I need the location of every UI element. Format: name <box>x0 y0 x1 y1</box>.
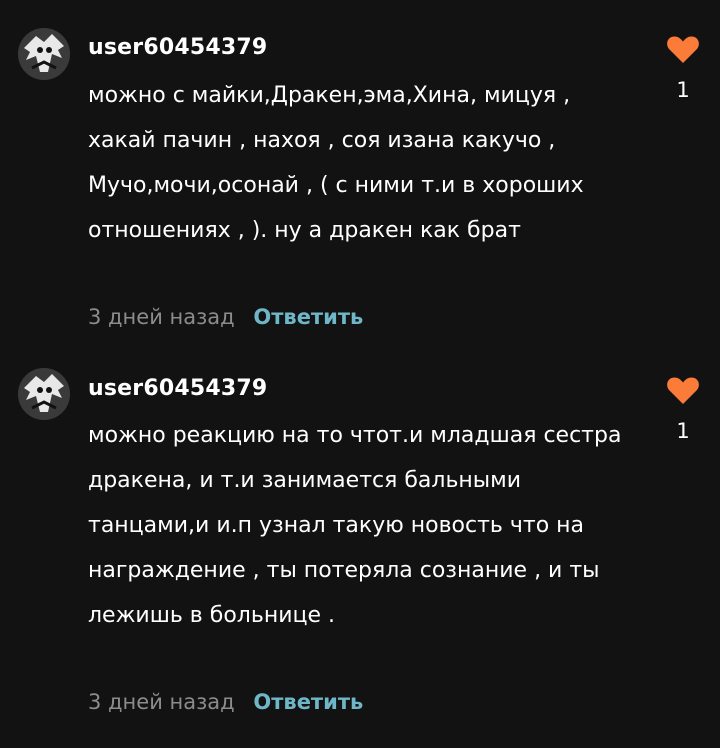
comment-username[interactable]: user60454379 <box>88 35 267 60</box>
avatar[interactable] <box>18 28 70 80</box>
like-count: 1 <box>676 78 690 102</box>
heart-icon[interactable] <box>666 375 700 405</box>
comment-item: user60454379 можно реакцию на то чтот.и … <box>0 350 720 748</box>
avatar[interactable] <box>18 368 70 420</box>
comment-username[interactable]: user60454379 <box>88 376 267 401</box>
comment-time: 3 дней назад <box>88 305 235 329</box>
comment-text: можно с майки,Дракен,эма,Хина, мицуя , х… <box>88 83 584 243</box>
reply-button[interactable]: Ответить <box>253 690 363 714</box>
comment-meta: 3 дней назад Ответить <box>88 690 363 714</box>
reply-button[interactable]: Ответить <box>253 305 363 329</box>
comment-meta: 3 дней назад Ответить <box>88 305 363 329</box>
heart-icon[interactable] <box>666 34 700 64</box>
comment-text: можно реакцию на то чтот.и младшая сестр… <box>88 423 622 628</box>
like-button[interactable]: 1 <box>663 375 703 443</box>
comment-time: 3 дней назад <box>88 690 235 714</box>
comment-item: user60454379 можно с майки,Дракен,эма,Хи… <box>0 0 720 350</box>
like-count: 1 <box>676 419 690 443</box>
like-button[interactable]: 1 <box>663 34 703 102</box>
